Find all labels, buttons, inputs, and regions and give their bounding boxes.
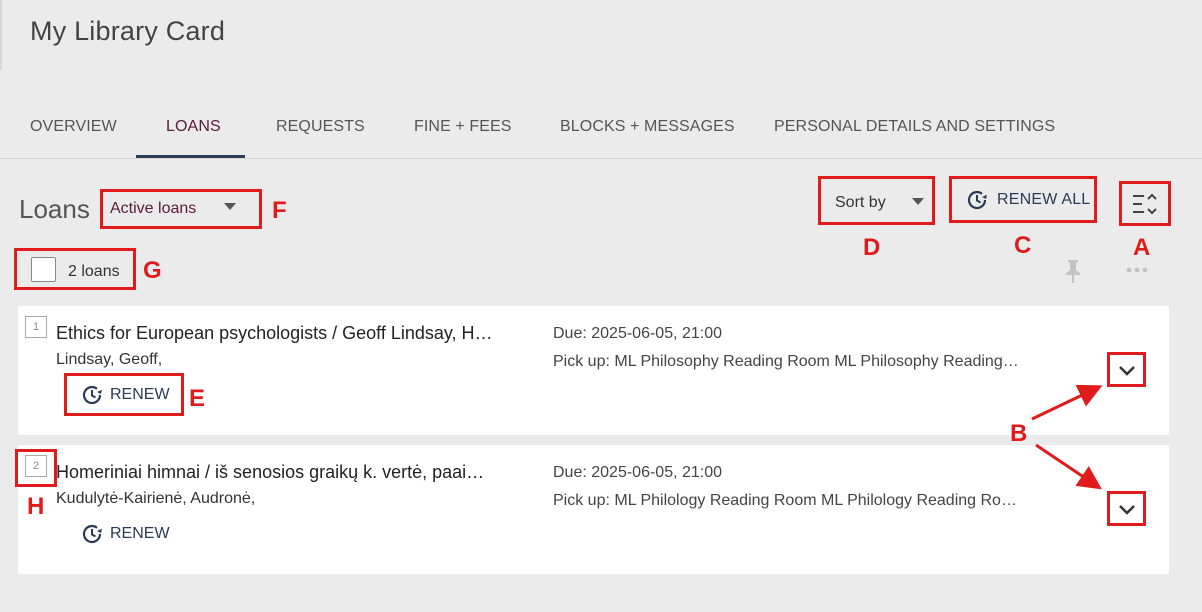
annotation-arrow-down (1035, 443, 1102, 490)
annotation-arrows (1031, 384, 1103, 490)
annotation-arrow-up (1031, 384, 1103, 421)
